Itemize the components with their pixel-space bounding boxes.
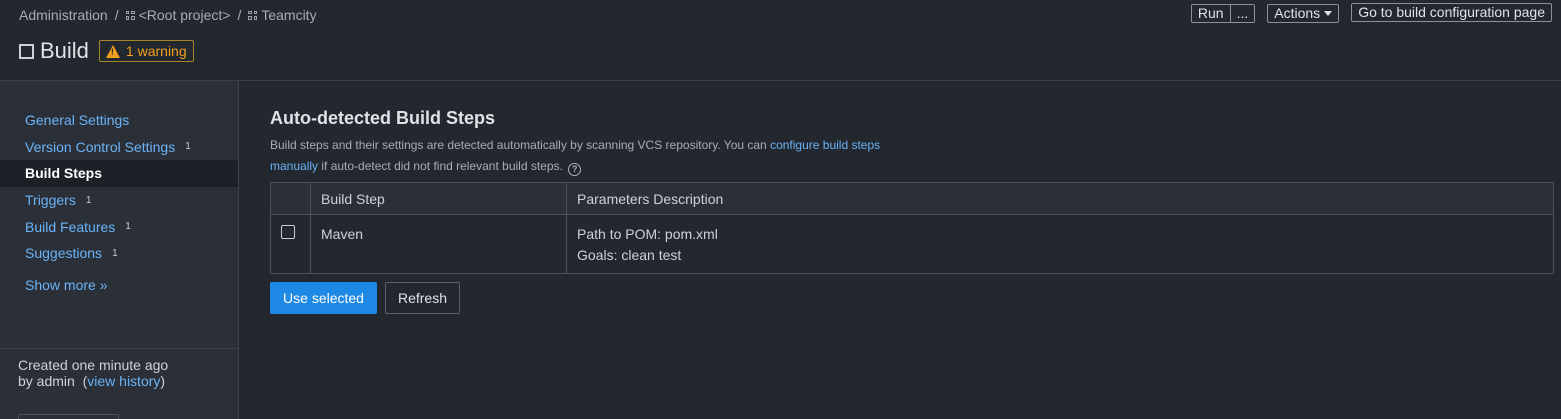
project-grid-icon [248, 10, 258, 20]
parameter-line: Goals: clean test [577, 247, 682, 263]
sidebar-bottom-button[interactable] [18, 414, 119, 419]
refresh-button[interactable]: Refresh [385, 282, 460, 314]
go-to-build-configuration-button[interactable]: Go to build configuration page [1351, 2, 1552, 22]
breadcrumb-separator: / [114, 7, 119, 23]
sidebar-item-count: 1 [112, 247, 118, 259]
sidebar-item-count: 1 [85, 194, 92, 206]
sidebar-item-build-steps[interactable]: Build Steps [0, 160, 238, 187]
column-header-select [270, 182, 311, 215]
created-by: by admin (view history) [18, 373, 166, 389]
project-grid-icon [125, 10, 135, 20]
actions-label: Actions [1274, 5, 1321, 21]
breadcrumb-root-project[interactable]: <Root project> [125, 7, 231, 23]
sidebar-item-version-control-settings[interactable]: Version Control Settings 1 [0, 134, 238, 161]
sidebar: General Settings Version Control Setting… [0, 81, 239, 419]
breadcrumb-root-project-label: <Root project> [138, 7, 231, 23]
run-button-group: Run ... [1190, 4, 1256, 23]
sidebar-item-triggers[interactable]: Triggers 1 [0, 187, 238, 214]
actions-dropdown-button[interactable]: Actions [1267, 4, 1340, 23]
sidebar-item-count: 1 [185, 141, 191, 153]
created-by-user: by admin [18, 373, 75, 389]
form-buttons: Use selected Refresh [270, 282, 460, 314]
view-history-link[interactable]: view history [87, 373, 160, 389]
parameters-cell: Path to POM: pom.xml Goals: clean test [566, 214, 1554, 274]
parameter-line: Path to POM: pom.xml [577, 226, 718, 242]
table-row: Maven Path to POM: pom.xml Goals: clean … [270, 214, 1554, 274]
breadcrumb-teamcity-label: Teamcity [261, 7, 317, 23]
sidebar-item-label: Suggestions [25, 245, 103, 262]
section-description: Build steps and their settings are detec… [270, 135, 930, 177]
title-row: Build ! 1 warning [19, 38, 194, 64]
breadcrumb-administration[interactable]: Administration [19, 7, 108, 23]
sidebar-item-general-settings[interactable]: General Settings [0, 107, 238, 134]
sidebar-item-label: Build Features [25, 218, 116, 235]
created-info: Created one minute ago by admin (view hi… [18, 357, 168, 389]
sidebar-item-suggestions[interactable]: Suggestions 1 [0, 240, 238, 267]
breadcrumb-separator: / [237, 7, 242, 23]
row-checkbox[interactable] [281, 225, 295, 239]
run-button[interactable]: Run [1190, 4, 1230, 23]
description-text-end: if auto-detect did not find relevant bui… [318, 159, 563, 173]
breadcrumb-teamcity[interactable]: Teamcity [248, 7, 317, 23]
build-step-cell: Maven [310, 214, 567, 274]
column-header-build-step: Build Step [310, 182, 567, 215]
breadcrumb: Administration / <Root project> / Teamci… [19, 7, 317, 23]
sidebar-item-label: Triggers [25, 192, 76, 209]
sidebar-item-label: Version Control Settings [25, 138, 176, 155]
sidebar-item-label: Build Steps [25, 165, 103, 182]
chevron-down-icon [1324, 11, 1333, 16]
warning-badge-label: 1 warning [125, 43, 187, 59]
sidebar-item-build-features[interactable]: Build Features 1 [0, 213, 238, 240]
table-header-row: Build Step Parameters Description [270, 182, 1554, 215]
description-text: Build steps and their settings are detec… [270, 138, 771, 152]
section-title: Auto-detected Build Steps [270, 108, 496, 128]
row-select-cell [270, 214, 311, 274]
sidebar-divider [0, 348, 238, 349]
header-actions: Run ... Actions Go to build configuratio… [1190, 2, 1552, 23]
warning-icon: ! [105, 44, 120, 58]
sidebar-item-label: General Settings [25, 112, 130, 129]
run-options-button[interactable]: ... [1229, 4, 1256, 23]
created-time: Created one minute ago [18, 357, 169, 373]
build-configuration-icon [19, 43, 34, 59]
warning-badge[interactable]: ! 1 warning [98, 40, 194, 62]
page-header: Administration / <Root project> / Teamci… [0, 0, 1561, 81]
use-selected-button[interactable]: Use selected [270, 282, 377, 314]
help-icon[interactable]: ? [568, 163, 582, 176]
page-title: Build [40, 38, 89, 63]
show-more-link[interactable]: Show more » [25, 277, 107, 293]
column-header-parameters: Parameters Description [566, 182, 1554, 215]
sidebar-item-count: 1 [125, 221, 131, 233]
build-steps-table: Build Step Parameters Description Maven … [270, 182, 1554, 274]
sidebar-nav: General Settings Version Control Setting… [0, 107, 238, 267]
